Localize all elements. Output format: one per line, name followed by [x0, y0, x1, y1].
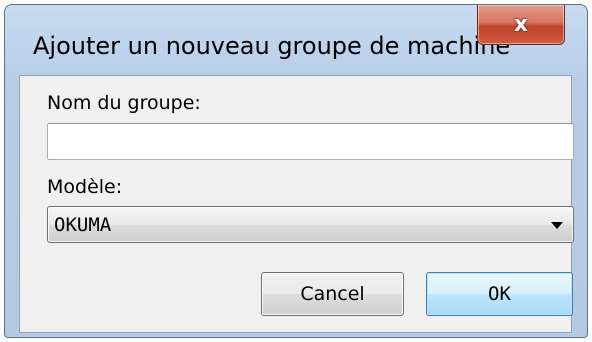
model-selected-value: OKUMA [54, 214, 112, 236]
ok-button[interactable]: OK [426, 272, 573, 316]
model-label: Modèle: [47, 176, 123, 198]
close-icon: x [513, 11, 529, 37]
close-button[interactable]: x [477, 5, 565, 45]
cancel-button-label: Cancel [300, 283, 365, 305]
ok-button-label: OK [488, 283, 511, 305]
title-bar[interactable]: Ajouter un nouveau groupe de machine x [5, 5, 587, 83]
chevron-down-icon [551, 222, 563, 229]
model-dropdown[interactable]: OKUMA [47, 206, 574, 243]
group-name-input[interactable] [47, 123, 574, 160]
group-name-label: Nom du groupe: [47, 92, 201, 114]
dialog-window: Ajouter un nouveau groupe de machine x N… [4, 4, 588, 338]
cancel-button[interactable]: Cancel [261, 272, 404, 316]
window-title: Ajouter un nouveau groupe de machine [33, 32, 511, 60]
dialog-content: Nom du groupe: Modèle: OKUMA Cancel OK [19, 75, 574, 333]
